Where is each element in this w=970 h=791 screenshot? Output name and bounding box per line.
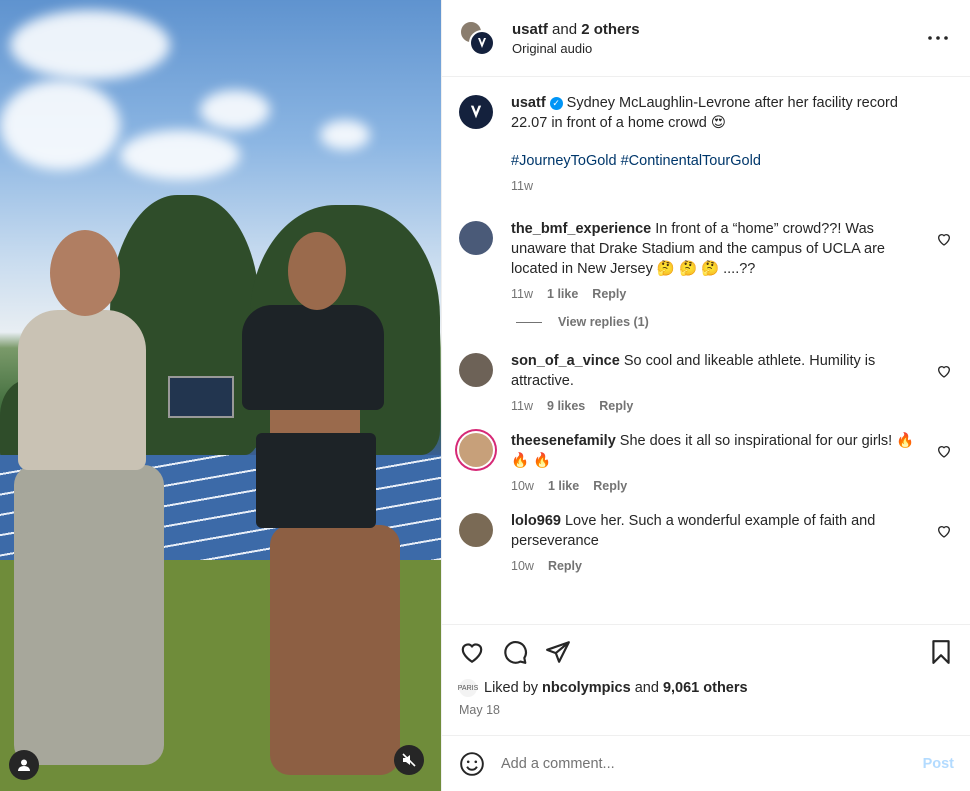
interviewer-head (50, 230, 120, 316)
caption-hashtags[interactable]: #JourneyToGold #ContinentalTourGold (511, 151, 924, 171)
comment-avatar[interactable] (459, 513, 493, 547)
comment: the_bmf_experience In front of a “home” c… (459, 219, 954, 301)
comment-input[interactable] (501, 755, 923, 772)
instagram-post-view: usatf and 2 others Original audio usatf … (0, 0, 970, 791)
reply-button[interactable]: Reply (548, 559, 582, 573)
comment-likes[interactable]: 9 likes (547, 399, 585, 413)
usatf-logo-icon (478, 38, 486, 48)
user-icon (18, 759, 30, 771)
comment: theesenefamily She does it all so inspira… (459, 431, 954, 493)
post-actions: PARIS Liked by nbcolympics and 9,061 oth… (442, 624, 970, 735)
likes-count[interactable]: 9,061 others (663, 680, 748, 696)
stadium-screen (168, 376, 234, 418)
athlete-shorts (256, 433, 376, 528)
share-paper-plane-icon[interactable] (545, 639, 571, 665)
caption-text: Sydney McLaughlin-Levrone after her faci… (511, 95, 898, 131)
athlete-top (242, 305, 384, 410)
post-video[interactable] (0, 0, 441, 791)
tagged-users-button[interactable] (9, 750, 39, 780)
header-others[interactable]: 2 others (581, 21, 639, 38)
comment-time[interactable]: 10w (511, 559, 534, 573)
comment-composer: Post (442, 735, 970, 791)
cloud (120, 130, 240, 180)
caption-text-block: usatf ✓ Sydney McLaughlin-Levrone after he… (511, 93, 924, 133)
post-date[interactable]: May 18 (459, 703, 954, 717)
reply-button[interactable]: Reply (599, 399, 633, 413)
cloud (0, 80, 120, 170)
cloud (200, 90, 270, 130)
bookmark-icon[interactable] (928, 639, 954, 665)
reply-button[interactable]: Reply (593, 479, 627, 493)
header-title: usatf and 2 others (512, 21, 922, 38)
likes-summary: PARIS Liked by nbcolympics and 9,061 oth… (458, 679, 954, 697)
comment-username[interactable]: theesenefamily (511, 433, 616, 449)
speaker-muted-icon (402, 753, 416, 767)
caption-username[interactable]: usatf (511, 95, 546, 111)
audio-label[interactable]: Original audio (512, 41, 922, 56)
comment-likes[interactable]: 1 like (548, 479, 579, 493)
view-replies-label: View replies (1) (558, 315, 649, 329)
comment-username[interactable]: son_of_a_vince (511, 353, 620, 369)
collab-avatars[interactable] (459, 18, 499, 58)
usatf-avatar (469, 30, 495, 56)
comment: son_of_a_vince So cool and likeable athle… (459, 351, 954, 413)
comment-time[interactable]: 10w (511, 479, 534, 493)
caption-avatar[interactable] (459, 95, 493, 129)
post-button[interactable]: Post (923, 756, 954, 772)
post-details-panel: usatf and 2 others Original audio usatf … (441, 0, 970, 791)
comment-username[interactable]: lolo969 (511, 513, 561, 529)
liked-by-prefix: Liked by (484, 680, 539, 696)
divider (516, 321, 542, 323)
comment-time[interactable]: 11w (511, 287, 533, 301)
olympics-avatar[interactable]: PARIS (458, 679, 478, 697)
header-author[interactable]: usatf (512, 21, 548, 38)
verified-badge-icon: ✓ (549, 97, 563, 110)
heart-icon[interactable] (936, 523, 952, 539)
emoji-icon[interactable] (459, 751, 485, 777)
interviewer-body (18, 310, 146, 470)
comment-likes[interactable]: 1 like (547, 287, 578, 301)
cloud (10, 10, 170, 80)
caption: usatf ✓ Sydney McLaughlin-Levrone after he… (459, 93, 954, 193)
comment-avatar[interactable] (459, 353, 493, 387)
heart-icon[interactable] (936, 443, 952, 459)
caption-time[interactable]: 11w (511, 179, 533, 193)
heart-icon[interactable] (936, 231, 952, 247)
comments-section[interactable]: usatf ✓ Sydney McLaughlin-Levrone after he… (442, 77, 970, 624)
comment: lolo969 Love her. Such a wonderful exampl… (459, 511, 954, 573)
post-header: usatf and 2 others Original audio (442, 0, 970, 77)
athlete-legs (270, 525, 400, 775)
more-horizontal-icon (928, 36, 948, 40)
cloud (320, 120, 370, 150)
liked-by-and: and (634, 680, 659, 696)
like-heart-icon[interactable] (459, 639, 485, 665)
mute-button[interactable] (394, 745, 424, 775)
comment-username[interactable]: the_bmf_experience (511, 221, 651, 237)
athlete-head (288, 232, 346, 310)
comment-avatar-story-ring[interactable] (459, 433, 493, 467)
more-options-button[interactable] (922, 22, 954, 54)
comment-text: Love her. Such a wonderful example of fa… (511, 513, 876, 549)
comment-avatar[interactable] (459, 221, 493, 255)
comment-bubble-icon[interactable] (502, 639, 528, 665)
reply-button[interactable]: Reply (592, 287, 626, 301)
header-and: and (552, 20, 578, 38)
heart-icon[interactable] (936, 363, 952, 379)
usatf-logo-icon (470, 105, 482, 119)
view-replies-button[interactable]: View replies (1) (516, 315, 954, 329)
interviewer-legs (14, 465, 164, 765)
comment-time[interactable]: 11w (511, 399, 533, 413)
caption-meta: 11w (511, 179, 924, 193)
liked-by-user[interactable]: nbcolympics (542, 680, 631, 696)
